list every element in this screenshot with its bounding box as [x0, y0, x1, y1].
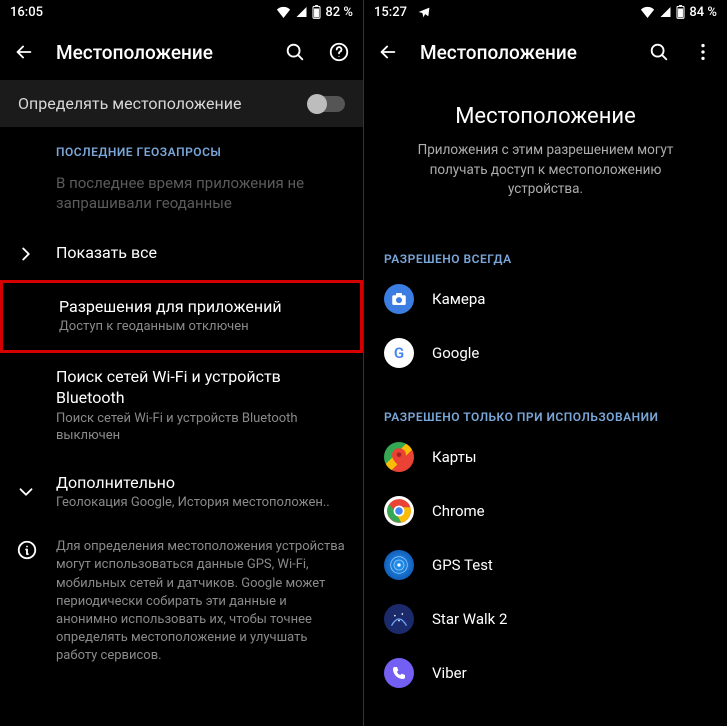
show-all-row[interactable]: Показать все — [0, 228, 363, 280]
wifi-subtitle: Поиск сетей Wi-Fi и устройств Bluetooth … — [56, 411, 345, 445]
perms-subtitle: Доступ к геоданным отключен — [59, 319, 342, 336]
section-always: РАЗРЕШЕНО ВСЕГДА — [364, 234, 727, 272]
app-row-viber[interactable]: Viber — [364, 646, 727, 700]
info-icon — [16, 538, 38, 562]
help-icon[interactable] — [327, 40, 351, 64]
viber-icon — [384, 658, 414, 688]
location-toggle-row[interactable]: Определять местоположение — [0, 80, 363, 127]
wifi-icon — [276, 6, 291, 18]
phone-right: 15:27 84 % Местоположение Местоположение… — [363, 0, 727, 726]
app-label: Google — [432, 344, 479, 362]
search-icon[interactable] — [647, 40, 671, 64]
signal-icon — [659, 6, 672, 18]
info-row: Для определения местоположения устройств… — [0, 526, 363, 677]
chevron-right-icon — [14, 242, 38, 266]
camera-icon — [384, 284, 414, 314]
starwalk-icon — [384, 604, 414, 634]
wifi-bt-scan-row[interactable]: Поиск сетей Wi-Fi и устройств Bluetooth … — [0, 353, 363, 458]
hero-subtitle: Приложения с этим разрешением могут полу… — [394, 141, 697, 200]
info-text: Для определения местоположения устройств… — [56, 538, 345, 665]
status-bar: 16:05 82 % — [0, 0, 363, 24]
app-label: GPS Test — [432, 556, 493, 574]
more-icon[interactable] — [691, 40, 715, 64]
section-header-recent: ПОСЛЕДНИЕ ГЕОЗАПРОСЫ — [0, 127, 363, 165]
perms-title: Разрешения для приложений — [59, 297, 342, 318]
status-battery: 82 % — [325, 5, 353, 20]
status-battery: 84 % — [689, 5, 717, 20]
app-row-chrome[interactable]: Chrome — [364, 484, 727, 538]
wifi-title: Поиск сетей Wi-Fi и устройств Bluetooth — [56, 367, 345, 409]
app-bar: Местоположение — [0, 24, 363, 80]
back-icon[interactable] — [12, 40, 36, 64]
appbar-title: Местоположение — [420, 41, 627, 64]
search-icon[interactable] — [283, 40, 307, 64]
section-inuse: РАЗРЕШЕНО ТОЛЬКО ПРИ ИСПОЛЬЗОВАНИИ — [364, 392, 727, 430]
hero: Местоположение Приложения с этим разреше… — [364, 80, 727, 222]
advanced-subtitle: Геолокация Google, История местоположен.… — [56, 495, 345, 512]
phone-left: 16:05 82 % Местоположение Определять мес… — [0, 0, 363, 726]
app-label: Карты — [432, 448, 477, 466]
status-time: 15:27 — [374, 5, 407, 20]
appbar-title: Местоположение — [56, 41, 263, 64]
signal-icon — [295, 6, 308, 18]
section-denied: ЗАПРЕЩЕНО — [364, 712, 727, 726]
battery-icon — [676, 5, 685, 19]
advanced-title: Дополнительно — [56, 473, 345, 494]
app-row-google[interactable]: G Google — [364, 326, 727, 380]
app-label: Viber — [432, 664, 467, 682]
app-label: Chrome — [432, 502, 485, 520]
app-row-maps[interactable]: Карты — [364, 430, 727, 484]
google-icon: G — [384, 338, 414, 368]
hero-title: Местоположение — [394, 104, 697, 129]
location-toggle[interactable] — [309, 96, 345, 112]
app-row-gpstest[interactable]: GPS Test — [364, 538, 727, 592]
advanced-row[interactable]: Дополнительно Геолокация Google, История… — [0, 459, 363, 527]
maps-icon — [384, 442, 414, 472]
app-label: Star Walk 2 — [432, 610, 507, 628]
status-bar: 15:27 84 % — [364, 0, 727, 24]
back-icon[interactable] — [376, 40, 400, 64]
gpstest-icon — [384, 550, 414, 580]
app-permissions-row[interactable]: Разрешения для приложений Доступ к геода… — [0, 280, 363, 354]
chevron-down-icon — [14, 480, 38, 504]
app-row-starwalk[interactable]: Star Walk 2 — [364, 592, 727, 646]
recent-empty-text: В последнее время приложения не запрашив… — [0, 165, 363, 228]
show-all-label: Показать все — [56, 243, 345, 264]
telegram-icon — [417, 6, 431, 19]
battery-icon — [312, 5, 321, 19]
status-time: 16:05 — [10, 5, 43, 20]
app-bar: Местоположение — [364, 24, 727, 80]
toggle-label: Определять местоположение — [18, 94, 309, 113]
wifi-icon — [640, 6, 655, 18]
app-row-camera[interactable]: Камера — [364, 272, 727, 326]
chrome-icon — [384, 496, 414, 526]
app-label: Камера — [432, 290, 485, 308]
